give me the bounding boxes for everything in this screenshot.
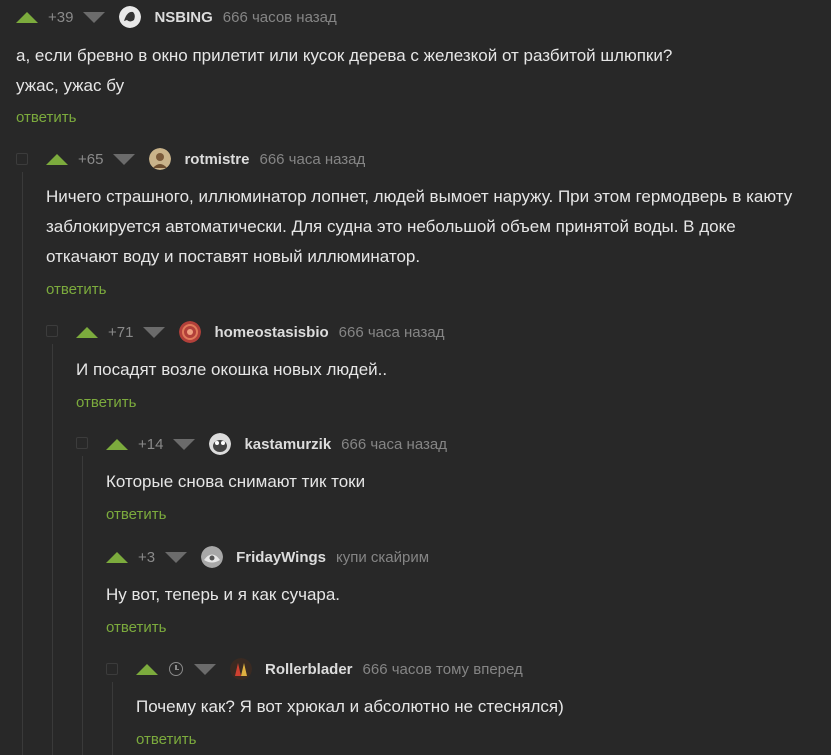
- comment-header: +3 FridayWings купи скайрим: [106, 544, 429, 570]
- downvote-icon[interactable]: [165, 551, 188, 563]
- avatar[interactable]: [149, 148, 172, 170]
- upvote-icon[interactable]: [76, 326, 98, 338]
- username[interactable]: homeostasisbio: [214, 324, 328, 341]
- comment-text: Которые снова снимают тик токи: [106, 467, 365, 497]
- avatar[interactable]: [201, 546, 224, 568]
- comment-line: Ну вот, теперь и я как сучара.: [106, 585, 341, 604]
- upvote-icon[interactable]: [46, 153, 68, 165]
- comment-line: Почему как? Я вот хрюкал и абсолютно не …: [136, 697, 564, 716]
- downvote-icon[interactable]: [143, 326, 166, 338]
- upvote-icon[interactable]: [16, 11, 38, 23]
- comment-line: откачают воду и поставят новый иллюминат…: [46, 247, 421, 266]
- upvote-icon[interactable]: [106, 551, 128, 563]
- timestamp: 666 часов тому вперед: [362, 660, 523, 678]
- username[interactable]: kastamurzik: [244, 436, 331, 453]
- username[interactable]: NSBING: [154, 9, 212, 26]
- username[interactable]: Rollerblader: [265, 661, 353, 678]
- collapse-toggle[interactable]: [76, 437, 88, 449]
- downvote-icon[interactable]: [173, 438, 196, 450]
- rating: +39: [48, 8, 74, 26]
- comment-header: Rollerblader 666 часов тому вперед: [136, 656, 523, 682]
- thread-line: [112, 682, 113, 755]
- avatar[interactable]: [209, 433, 232, 455]
- downvote-icon[interactable]: [113, 153, 136, 165]
- avatar[interactable]: [179, 321, 202, 343]
- clock-icon: [169, 662, 183, 676]
- comment-text: Почему как? Я вот хрюкал и абсолютно не …: [136, 692, 564, 722]
- comment-line: Которые снова снимают тик токи: [106, 472, 366, 491]
- reply-link[interactable]: ответить: [16, 109, 76, 126]
- comment-line: И посадят возле окошка новых людей..: [76, 360, 388, 379]
- timestamp: 666 часа назад: [341, 435, 447, 453]
- collapse-toggle[interactable]: [106, 663, 118, 675]
- avatar[interactable]: [230, 658, 252, 680]
- comment-line: заблокируется автоматически. Для судна э…: [46, 217, 736, 236]
- rating: +71: [108, 323, 134, 341]
- comment-header: +39 NSBING 666 часов назад: [16, 4, 337, 30]
- comment-text: Ничего страшного, иллюминатор лопнет, лю…: [46, 182, 792, 272]
- comment-header: +65 rotmistre 666 часа назад: [46, 146, 365, 172]
- downvote-icon[interactable]: [83, 11, 106, 23]
- timestamp: купи скайрим: [336, 548, 430, 566]
- thread-line: [52, 344, 53, 755]
- rating: +65: [78, 150, 104, 168]
- avatar[interactable]: [119, 6, 142, 28]
- comment-line: ужас, ужас бу: [16, 76, 125, 95]
- thread-line: [22, 172, 23, 755]
- collapse-toggle[interactable]: [16, 153, 28, 165]
- timestamp: 666 часа назад: [259, 150, 366, 168]
- username[interactable]: rotmistre: [184, 151, 249, 168]
- timestamp: 666 часов назад: [222, 8, 337, 26]
- comment-header: +14 kastamurzik 666 часа назад: [106, 431, 447, 457]
- comment-line: Ничего страшного, иллюминатор лопнет, лю…: [46, 187, 793, 206]
- reply-link[interactable]: ответить: [76, 394, 136, 411]
- comment-text: а, если бревно в окно прилетит или кусок…: [16, 41, 672, 101]
- upvote-icon[interactable]: [106, 438, 128, 450]
- timestamp: 666 часа назад: [338, 323, 445, 341]
- username[interactable]: FridayWings: [236, 549, 326, 566]
- reply-link[interactable]: ответить: [136, 731, 196, 748]
- comment-line: а, если бревно в окно прилетит или кусок…: [16, 46, 673, 65]
- upvote-icon[interactable]: [136, 663, 158, 675]
- comment-text: И посадят возле окошка новых людей..: [76, 355, 387, 385]
- rating: +14: [138, 435, 164, 453]
- reply-link[interactable]: ответить: [106, 506, 166, 523]
- reply-link[interactable]: ответить: [106, 619, 166, 636]
- reply-link[interactable]: ответить: [46, 281, 106, 298]
- thread-line: [82, 456, 83, 755]
- collapse-toggle[interactable]: [46, 325, 58, 337]
- comment-text: Ну вот, теперь и я как сучара.: [106, 580, 340, 610]
- comment-header: +71 homeostasisbio 666 часа назад: [76, 319, 444, 345]
- downvote-icon[interactable]: [194, 663, 216, 675]
- rating: +3: [138, 548, 156, 566]
